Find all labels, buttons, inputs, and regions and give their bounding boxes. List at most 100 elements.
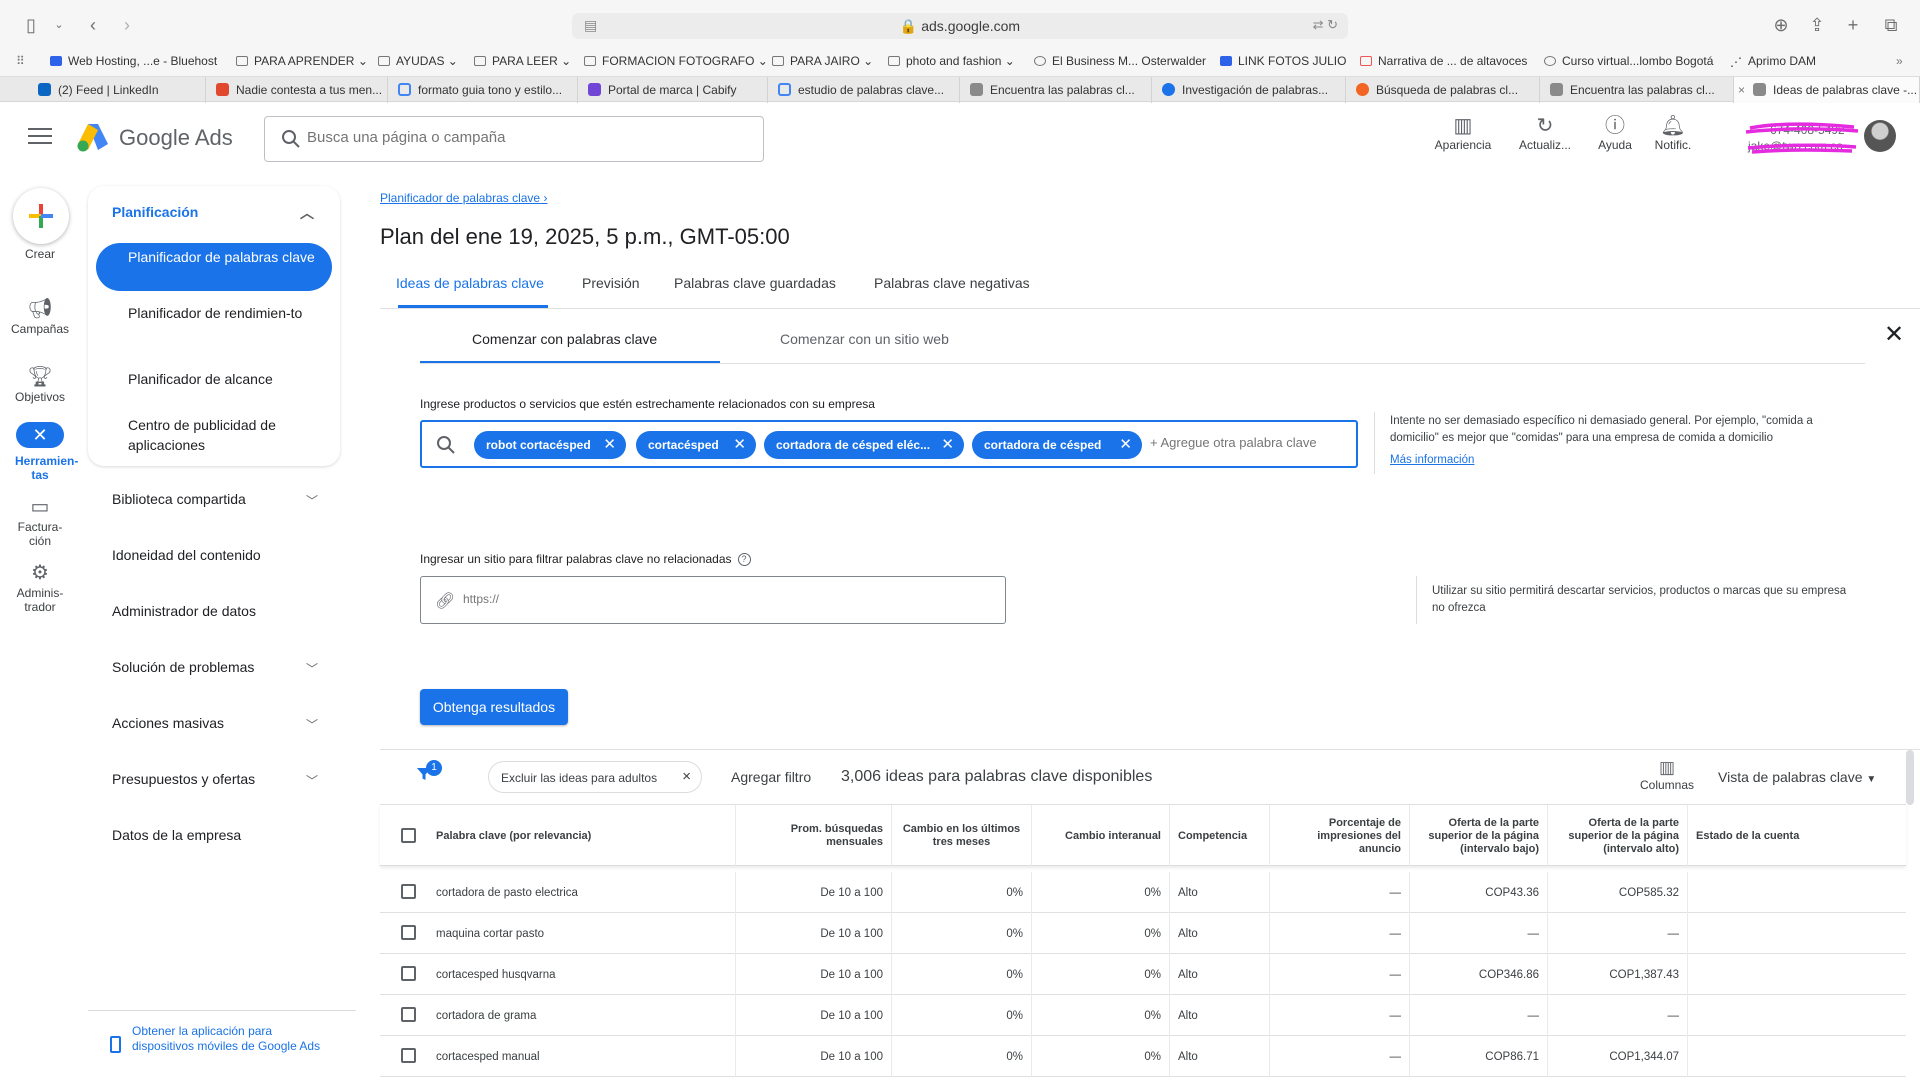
tab-investigacion[interactable]: Investigación de palabras... <box>1152 77 1346 103</box>
site-url-box[interactable]: 🔗︎ <box>420 576 1006 624</box>
tab-nadie-contesta[interactable]: Nadie contesta a tus men... <box>206 77 388 103</box>
bookmark-link-fotos[interactable]: LINK FOTOS JULIO <box>1220 54 1346 68</box>
nav-item-content-suitability[interactable]: Idoneidad del contenido <box>112 547 318 563</box>
avatar[interactable] <box>1864 120 1896 152</box>
forward-icon[interactable]: › <box>116 14 138 36</box>
keyword-chip[interactable]: cortadora de césped ✕ <box>972 431 1142 459</box>
bookmark-narrativa[interactable]: Narrativa de ... de altavoces <box>1360 54 1527 68</box>
table-row[interactable]: cortacesped manual De 10 a 100 0% 0% Alto — CO… <box>380 1036 1906 1077</box>
reload-icon[interactable]: ⇄ ↻ <box>1313 17 1338 33</box>
row-checkbox[interactable] <box>401 1048 416 1063</box>
chevron-down-icon[interactable]: ⌄ <box>48 14 70 36</box>
tab-overview-icon[interactable]: ⧉ <box>1880 14 1902 36</box>
refresh-button[interactable]: ↻ Actualiz... <box>1510 114 1580 152</box>
row-checkbox[interactable] <box>401 925 416 940</box>
bookmark-folder-para-jairo[interactable]: PARA JAIRO ⌄ <box>772 54 873 68</box>
col-account-status[interactable]: Estado de la cuenta <box>1688 805 1906 867</box>
subtab-start-with-keywords[interactable]: Comenzar con palabras clave <box>472 331 657 347</box>
nav-item-performance-planner[interactable]: Planificador de rendimien-to <box>128 303 318 323</box>
tab-cabify[interactable]: Portal de marca | Cabify <box>578 77 768 103</box>
columns-button[interactable]: ▥ Columnas <box>1638 758 1696 792</box>
table-row[interactable]: cortadora de pasto electrica De 10 a 100 0… <box>380 872 1906 913</box>
add-keyword-input[interactable] <box>1150 435 1350 450</box>
close-icon[interactable]: ✕ <box>1884 320 1904 349</box>
row-checkbox[interactable] <box>401 966 416 981</box>
bookmark-folder-para-aprender[interactable]: PARA APRENDER ⌄ <box>236 54 368 68</box>
select-all-checkbox[interactable] <box>401 828 416 843</box>
keyword-chip[interactable]: cortacésped ✕ <box>636 431 756 459</box>
tab-forecast[interactable]: Previsión <box>582 275 640 291</box>
download-icon[interactable]: ⊕ <box>1770 14 1792 36</box>
col-keyword[interactable]: Palabra clave (por relevancia) <box>428 805 736 867</box>
keyword-chip[interactable]: robot cortacésped ✕ <box>474 431 626 459</box>
row-checkbox[interactable] <box>401 1007 416 1022</box>
nav-item-keyword-planner[interactable]: Planificador de palabras clave <box>96 243 332 291</box>
add-filter-button[interactable]: Agregar filtro <box>731 769 811 785</box>
nav-item-troubleshooting[interactable]: Solución de problemas ﹀ <box>112 659 318 676</box>
subtab-start-with-website[interactable]: Comenzar con un sitio web <box>780 331 949 347</box>
bookmark-bluehost[interactable]: Web Hosting, ...e - Bluehost <box>50 54 217 68</box>
get-results-button[interactable]: Obtenga resultados <box>420 689 568 725</box>
learn-more-link[interactable]: Más información <box>1390 454 1474 466</box>
address-bar[interactable]: ▤ 🔒 ads.google.com ⇄ ↻ <box>572 13 1348 39</box>
tab-busqueda[interactable]: Búsqueda de palabras cl... <box>1346 77 1540 103</box>
bookmark-folder-ayudas[interactable]: AYUDAS ⌄ <box>378 54 458 68</box>
appearance-button[interactable]: ▥ Apariencia <box>1428 114 1498 152</box>
nav-item-budgets-bids[interactable]: Presupuestos y ofertas ﹀ <box>112 771 318 788</box>
tab-linkedin[interactable]: (2) Feed | LinkedIn <box>28 77 206 103</box>
bookmark-aprimo[interactable]: ⋰ Aprimo DAM <box>1730 54 1816 69</box>
bookmark-business-model[interactable]: El Business M... Osterwalder <box>1034 54 1206 68</box>
table-row[interactable]: cortadora de grama De 10 a 100 0% 0% Alto — — — <box>380 995 1906 1036</box>
nav-section-planificacion[interactable]: Planificación ︿ <box>112 204 314 221</box>
close-tab-icon[interactable]: × <box>1738 83 1745 97</box>
tab-estudio[interactable]: estudio de palabras clave... <box>768 77 960 103</box>
help-icon[interactable]: ? <box>737 553 751 566</box>
rail-campaigns[interactable]: 📢︎ Campañas <box>0 296 80 336</box>
scrollbar[interactable] <box>1906 750 1914 805</box>
search-input[interactable] <box>307 129 727 146</box>
col-competition[interactable]: Competencia <box>1170 805 1270 867</box>
tab-negative-keywords[interactable]: Palabras clave negativas <box>874 275 1030 291</box>
bookmark-folder-formacion[interactable]: FORMACION FOTOGRAFO ⌄ <box>584 54 768 68</box>
close-icon[interactable]: ✕ <box>941 435 954 453</box>
col-avg-searches[interactable]: Prom. búsquedas mensuales <box>736 805 892 867</box>
bookmark-folder-photo-fashion[interactable]: photo and fashion ⌄ <box>888 54 1015 68</box>
keywords-input-box[interactable]: robot cortacésped ✕ cortacésped ✕ cortador… <box>420 420 1358 468</box>
back-icon[interactable]: ‹ <box>82 14 104 36</box>
table-row[interactable]: maquina cortar pasto De 10 a 100 0% 0% Alto —… <box>380 913 1906 954</box>
tab-ideas-palabras[interactable]: × Ideas de palabras clave -... <box>1734 77 1920 103</box>
mobile-app-link[interactable]: Obtener la aplicación para dispositivos … <box>132 1024 332 1054</box>
col-bid-low[interactable]: Oferta de la parte superior de la página… <box>1410 805 1548 867</box>
sidebar-toggle-icon[interactable]: ▯ <box>20 14 42 36</box>
close-icon[interactable]: × <box>682 768 691 785</box>
table-row[interactable]: cortacesped husqvarna De 10 a 100 0% 0% Alto… <box>380 954 1906 995</box>
bookmark-curso-virtual[interactable]: Curso virtual...lombo Bogotá <box>1544 54 1713 68</box>
notifications-button[interactable]: 🔔︎ Notific. <box>1638 114 1708 152</box>
site-url-input[interactable] <box>463 592 963 606</box>
row-checkbox[interactable] <box>401 884 416 899</box>
nav-item-business-data[interactable]: Datos de la empresa <box>112 827 318 843</box>
new-tab-icon[interactable]: + <box>1842 14 1864 36</box>
close-icon[interactable]: ✕ <box>1119 435 1132 453</box>
col-three-month-change[interactable]: Cambio en los últimos tres meses <box>892 805 1032 867</box>
rail-tools[interactable]: ✕ Herramien-tas <box>0 422 80 482</box>
close-icon[interactable]: ✕ <box>603 435 616 453</box>
col-yoy-change[interactable]: Cambio interanual <box>1032 805 1170 867</box>
rail-admin[interactable]: ⚙ Adminis-trador <box>0 560 80 614</box>
nav-item-reach-planner[interactable]: Planificador de alcance <box>128 369 318 389</box>
share-icon[interactable]: ⇪ <box>1806 14 1828 36</box>
main-menu-icon[interactable] <box>28 128 52 146</box>
rail-billing[interactable]: ▭ Factura-ción <box>0 494 80 548</box>
col-bid-high[interactable]: Oferta de la parte superior de la página… <box>1548 805 1688 867</box>
create-button[interactable] <box>13 188 69 244</box>
col-impression-share[interactable]: Porcentaje de impresiones del anuncio <box>1270 805 1410 867</box>
bookmark-folder-para-leer[interactable]: PARA LEER ⌄ <box>474 54 571 68</box>
close-icon[interactable]: ✕ <box>733 435 746 453</box>
tab-keyword-ideas[interactable]: Ideas de palabras clave <box>396 275 544 291</box>
nav-item-app-center[interactable]: Centro de publicidad de aplicaciones <box>128 415 318 455</box>
page-search[interactable] <box>264 116 764 162</box>
breadcrumb[interactable]: Planificador de palabras clave › <box>380 191 547 205</box>
nav-item-shared-library[interactable]: Biblioteca compartida ﹀ <box>112 491 318 508</box>
adult-ideas-filter-chip[interactable]: Excluir las ideas para adultos × <box>488 761 702 793</box>
nav-item-bulk-actions[interactable]: Acciones masivas ﹀ <box>112 715 318 732</box>
